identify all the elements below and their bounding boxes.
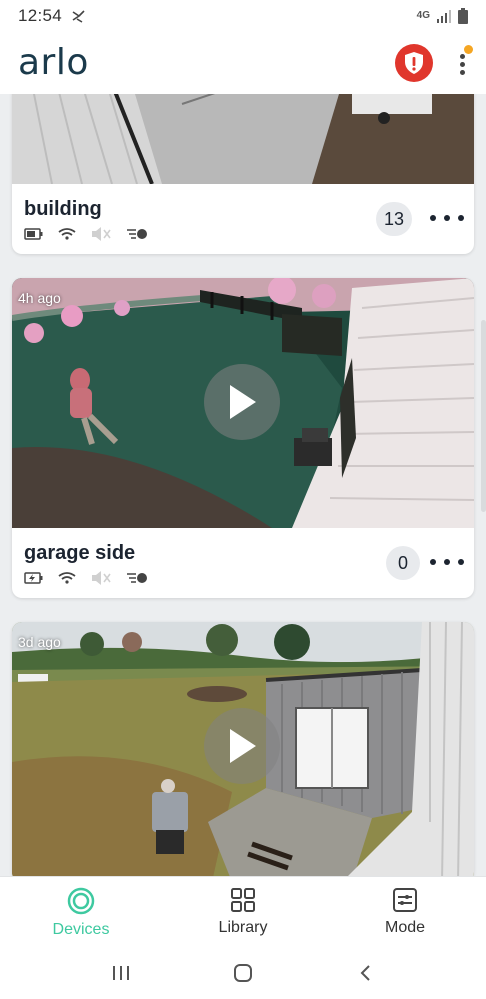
more-dot-icon	[458, 215, 464, 221]
camera-info: building 13	[12, 184, 474, 254]
battery-status-icon	[24, 228, 44, 240]
arlo-logo: arlo	[18, 42, 89, 83]
status-indicators: 4G	[417, 8, 468, 24]
camera-card-garage-side[interactable]: 4h ago garage side 0	[12, 278, 474, 598]
tab-library[interactable]: Library	[162, 877, 324, 946]
clip-count-badge[interactable]: 0	[386, 546, 420, 580]
clip-count-badge[interactable]: 13	[376, 202, 413, 236]
battery-icon	[458, 8, 468, 24]
home-icon	[234, 963, 252, 982]
play-button[interactable]	[204, 364, 280, 440]
signal-icon	[437, 10, 451, 23]
overflow-menu-button[interactable]	[452, 45, 473, 80]
camera-snapshot	[12, 94, 474, 184]
clip-time-ago: 4h ago	[18, 290, 61, 306]
bottom-navigation: Devices Library Mode	[0, 876, 486, 946]
speaker-muted-icon	[90, 226, 112, 242]
wifi-icon	[58, 572, 76, 584]
security-alert-button[interactable]	[395, 44, 433, 82]
back-button[interactable]	[345, 953, 385, 993]
speaker-muted-icon	[90, 570, 112, 586]
camera-name: building	[24, 198, 102, 220]
camera-info: garage side 0	[12, 528, 474, 598]
devices-icon	[67, 887, 95, 915]
recent-apps-button[interactable]	[101, 953, 141, 993]
tab-label: Library	[218, 919, 268, 936]
network-type: 4G	[416, 10, 430, 21]
status-bar: 12:54 4G	[0, 0, 486, 32]
camera-options-button[interactable]	[430, 210, 464, 226]
status-time: 12:54	[18, 6, 63, 25]
tab-devices[interactable]: Devices	[0, 877, 162, 946]
more-dot-icon	[458, 559, 464, 565]
camera-status-icons	[24, 226, 148, 242]
motion-sensitivity-icon	[126, 228, 148, 240]
camera-thumbnail[interactable]	[12, 94, 474, 184]
camera-name: garage side	[24, 542, 136, 564]
tab-mode[interactable]: Mode	[324, 877, 486, 946]
more-dot-icon	[430, 215, 436, 221]
kebab-dot-icon	[460, 54, 465, 59]
play-icon	[230, 729, 256, 763]
back-icon	[360, 964, 370, 981]
kebab-dot-icon	[460, 70, 465, 75]
motion-sensitivity-icon	[126, 572, 148, 584]
app-header: arlo	[0, 32, 486, 94]
notification-muted-icon	[72, 10, 85, 23]
more-dot-icon	[430, 559, 436, 565]
recent-apps-icon	[113, 965, 129, 980]
device-list[interactable]: building 13 4h ago garage side 0 3d ago	[0, 94, 486, 876]
more-dot-icon	[444, 559, 450, 565]
camera-status-icons	[24, 570, 148, 586]
battery-charging-icon	[24, 572, 44, 584]
notification-dot	[464, 45, 473, 54]
home-button[interactable]	[223, 953, 263, 993]
camera-options-button[interactable]	[430, 554, 464, 570]
library-icon	[231, 888, 255, 912]
clip-time-ago: 3d ago	[18, 634, 61, 650]
kebab-dot-icon	[460, 62, 465, 67]
system-navigation-bar	[0, 946, 486, 999]
camera-card-third[interactable]: 3d ago	[12, 622, 474, 876]
play-icon	[230, 385, 256, 419]
tab-label: Mode	[384, 919, 426, 936]
tab-label: Devices	[52, 921, 110, 938]
wifi-icon	[58, 228, 76, 240]
play-button[interactable]	[204, 708, 280, 784]
camera-thumbnail[interactable]: 4h ago	[12, 278, 474, 528]
scrollbar-thumb[interactable]	[481, 320, 486, 512]
camera-thumbnail[interactable]: 3d ago	[12, 622, 474, 876]
camera-card-building[interactable]: building 13	[12, 94, 474, 254]
more-dot-icon	[444, 215, 450, 221]
shield-alert-icon	[405, 52, 423, 74]
mode-icon	[393, 888, 417, 912]
